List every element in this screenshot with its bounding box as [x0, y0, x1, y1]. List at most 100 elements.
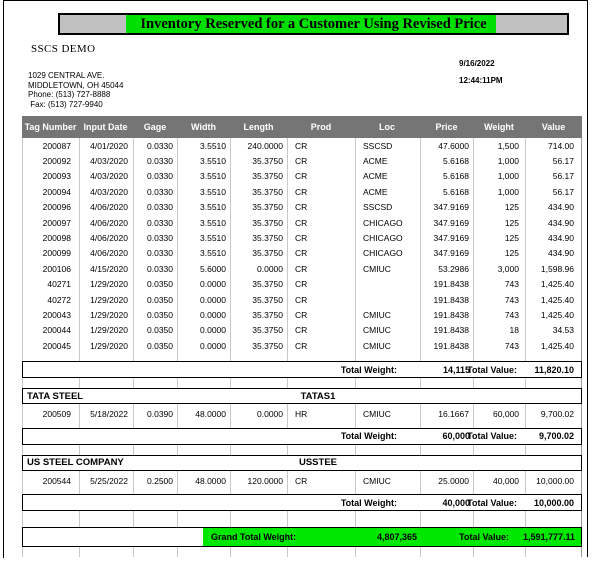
column-header-price: Price	[435, 122, 458, 132]
cell-prod: CR	[295, 202, 308, 213]
cell-length: 35.3750	[252, 186, 283, 197]
cell-tag: 200106	[42, 263, 71, 274]
cell-tag: 40272	[47, 294, 71, 305]
table-body: 200087 4/01/2020 0.0330 3.5510 240.0000 CR SSC…	[22, 138, 582, 548]
cell-prod: CR	[295, 248, 308, 259]
cell-width: 3.5510	[200, 248, 226, 259]
cell-width: 0.0000	[200, 294, 226, 305]
section-subtotal-bar: Total Weight: 60,000 Total Value: 9,700.02	[22, 427, 582, 445]
cell-loc	[355, 277, 419, 292]
cell-price: 347.9169	[433, 202, 469, 213]
cell-date: 4/03/2020	[90, 156, 128, 167]
table-row[interactable]: 200096 4/06/2020 0.0330 3.5510 35.3750 CR SSCS…	[22, 200, 582, 215]
cell-tag: 200096	[42, 202, 71, 213]
cell-width: 0.0000	[200, 340, 226, 351]
page-bottom-strip	[4, 557, 604, 561]
cell-date: 1/29/2020	[90, 279, 128, 290]
cell-prod: CR	[295, 294, 308, 305]
cell-width: 48.0000	[195, 409, 226, 420]
cell-width: 0.0000	[200, 279, 226, 290]
cell-gage: 0.0330	[147, 202, 173, 213]
table-row[interactable]: 200087 4/01/2020 0.0330 3.5510 240.0000 CR SSC…	[22, 138, 582, 153]
table-row[interactable]: 200093 4/03/2020 0.0330 3.5510 35.3750 CR ACME…	[22, 169, 582, 184]
cell-date: 4/06/2020	[90, 248, 128, 259]
cell-tag: 200087	[42, 140, 71, 151]
cell-weight: 1,000	[497, 186, 519, 197]
cell-length: 35.3750	[252, 325, 283, 336]
cell-loc: SSCSD	[363, 202, 393, 213]
page-title: Inventory Reserved for a Customer Using …	[140, 15, 487, 32]
cell-tag: 200544	[42, 475, 71, 486]
cell-width: 5.6000	[200, 263, 226, 274]
column-header-input-date: Input Date	[83, 122, 128, 132]
cell-loc: ACME	[363, 171, 388, 182]
spacer-row	[22, 422, 582, 425]
cell-date: 1/29/2020	[90, 294, 128, 305]
cell-loc: CMIUC	[363, 409, 391, 420]
cell-length: 120.0000	[247, 475, 283, 486]
cell-price: 25.0000	[438, 475, 469, 486]
table-row[interactable]: 200099 4/06/2020 0.0330 3.5510 35.3750 CR CHIC…	[22, 246, 582, 261]
cell-weight: 743	[504, 309, 519, 320]
cell-width: 3.5510	[200, 233, 226, 244]
cell-length: 35.3750	[252, 309, 283, 320]
company-address: 1029 CENTRAL AVE. MIDDLETOWN, OH 45044 P…	[28, 71, 124, 109]
section-customer-name: US STEEL COMPANY	[27, 457, 124, 469]
cell-prod: CR	[295, 340, 308, 351]
cell-prod: CR	[295, 217, 308, 228]
cell-value: 434.90	[548, 248, 574, 259]
cell-price: 5.6168	[443, 186, 469, 197]
cell-value: 1,425.40	[540, 340, 574, 351]
cell-value: 1,425.40	[540, 294, 574, 305]
table-row[interactable]: 200106 4/15/2020 0.0330 5.6000 0.0000 CR CMIUC…	[22, 261, 582, 276]
cell-price: 347.9169	[433, 217, 469, 228]
table-row[interactable]: 200509 5/18/2022 0.0390 48.0000 0.0000 HR CMIU…	[22, 406, 582, 421]
cell-date: 4/03/2020	[90, 171, 128, 182]
column-header-width: Width	[191, 122, 216, 132]
cell-price: 347.9169	[433, 233, 469, 244]
report-timestamp: 9/16/2022 12:44:11PM	[459, 59, 503, 85]
cell-gage: 0.0330	[147, 263, 173, 274]
cell-width: 3.5510	[200, 217, 226, 228]
table-row[interactable]: 200043 1/29/2020 0.0350 0.0000 35.3750 CR CMIU…	[22, 307, 582, 322]
cell-width: 48.0000	[195, 475, 226, 486]
cell-tag: 200043	[42, 309, 71, 320]
column-header-loc: Loc	[378, 122, 395, 132]
cell-length: 35.3750	[252, 217, 283, 228]
cell-value: 434.90	[548, 202, 574, 213]
cell-weight: 743	[504, 279, 519, 290]
cell-loc: CHICAGO	[363, 217, 403, 228]
cell-gage: 0.0330	[147, 217, 173, 228]
cell-date: 4/06/2020	[90, 233, 128, 244]
column-header-weight: Weight	[484, 122, 514, 132]
cell-tag: 200094	[42, 186, 71, 197]
cell-price: 47.6000	[438, 140, 469, 151]
cell-length: 35.3750	[252, 294, 283, 305]
table-row[interactable]: 200094 4/03/2020 0.0330 3.5510 35.3750 CR ACME…	[22, 184, 582, 199]
cell-price: 5.6168	[443, 171, 469, 182]
cell-tag: 200098	[42, 233, 71, 244]
table-row[interactable]: 200097 4/06/2020 0.0330 3.5510 35.3750 CR CHIC…	[22, 215, 582, 230]
table-row[interactable]: 200544 5/25/2022 0.2500 48.0000 120.0000 CR CM…	[22, 473, 582, 488]
cell-value: 56.17	[552, 156, 574, 167]
cell-gage: 0.2500	[147, 475, 173, 486]
table-row[interactable]: 40271 1/29/2020 0.0350 0.0000 35.3750 CR 191.8…	[22, 277, 582, 292]
total-value-value: 11,820.10	[534, 364, 574, 375]
table-row[interactable]: 200092 4/03/2020 0.0330 3.5510 35.3750 CR ACME…	[22, 153, 582, 168]
cell-width: 3.5510	[200, 140, 226, 151]
cell-date: 1/29/2020	[90, 340, 128, 351]
section-header: TATA STEEL TATAS1	[22, 388, 582, 405]
cell-value: 714.00	[548, 140, 574, 151]
cell-tag: 40271	[47, 279, 71, 290]
cell-weight: 743	[504, 340, 519, 351]
cell-weight: 3,000	[497, 263, 519, 274]
cell-tag: 200509	[42, 409, 71, 420]
cell-date: 4/01/2020	[90, 140, 128, 151]
table-row[interactable]: 40272 1/29/2020 0.0350 0.0000 35.3750 CR 191.8…	[22, 292, 582, 307]
cell-gage: 0.0330	[147, 186, 173, 197]
cell-width: 3.5510	[200, 156, 226, 167]
table-row[interactable]: 200044 1/29/2020 0.0350 0.0000 35.3750 CR CMIU…	[22, 323, 582, 338]
table-row[interactable]: 200045 1/29/2020 0.0350 0.0000 35.3750 CR CMIU…	[22, 338, 582, 353]
table-row[interactable]: 200098 4/06/2020 0.0330 3.5510 35.3750 CR CHIC…	[22, 230, 582, 245]
cell-value: 56.17	[552, 171, 574, 182]
